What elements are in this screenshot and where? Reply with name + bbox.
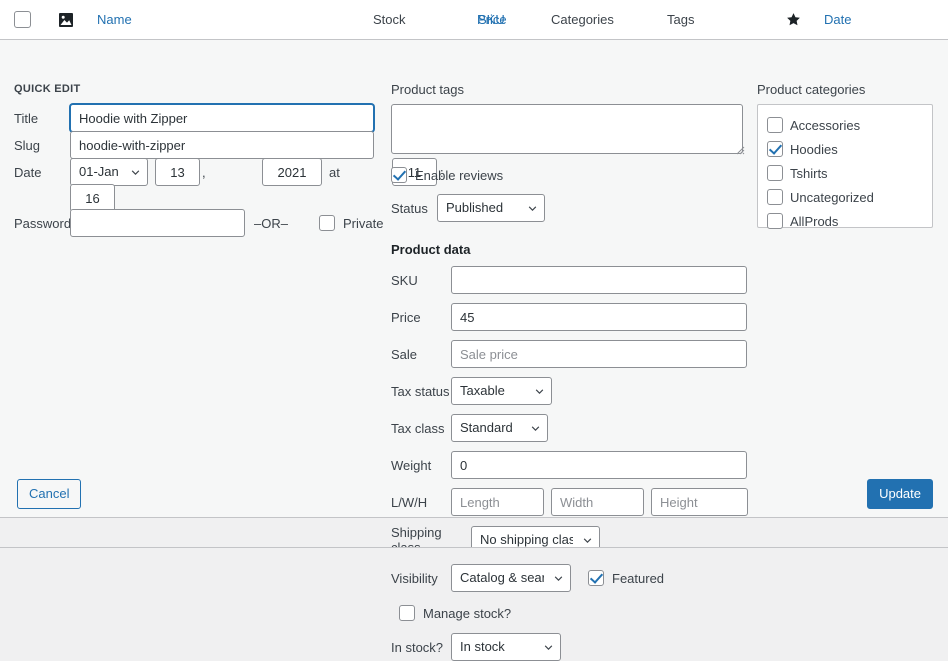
resize-handle-icon[interactable] [736, 146, 745, 155]
product-tags-textarea[interactable] [391, 104, 743, 154]
category-label-allprods: AllProds [790, 214, 838, 229]
in-stock-row: In stock? In stock [391, 633, 747, 661]
update-button[interactable]: Update [867, 479, 933, 509]
visibility-label: Visibility [391, 571, 451, 586]
column-header-featured[interactable] [786, 12, 801, 30]
in-stock-select-wrap[interactable]: In stock [451, 633, 561, 661]
date-day-input[interactable] [155, 158, 200, 186]
price-input[interactable] [451, 303, 747, 331]
title-label: Title [14, 111, 70, 126]
price-row: Price [391, 303, 747, 331]
visibility-select[interactable]: Catalog & search [451, 564, 571, 592]
quick-edit-panel: QUICK EDIT Title Slug Date 01-Jan , at :… [0, 40, 948, 518]
column-header-tags[interactable]: Tags [667, 12, 694, 27]
quick-edit-heading: QUICK EDIT [14, 83, 81, 95]
sku-input[interactable] [451, 266, 747, 294]
product-categories-title: Product categories [757, 82, 933, 97]
date-label: Date [14, 165, 70, 180]
title-row: Title [14, 104, 374, 132]
select-all-checkbox-cell[interactable] [14, 11, 31, 28]
category-label-hoodies: Hoodies [790, 142, 838, 157]
visibility-row: Visibility Catalog & search Featured [391, 564, 747, 592]
category-item-accessories[interactable]: Accessories [767, 113, 923, 137]
column-header-stock[interactable]: Stock [373, 12, 406, 27]
middle-column: Product tags Enable reviews Status Publi… [391, 82, 747, 661]
date-month-select-wrap[interactable]: 01-Jan [70, 158, 148, 186]
category-checkbox-allprods[interactable] [767, 213, 783, 229]
in-stock-select[interactable]: In stock [451, 633, 561, 661]
slug-label: Slug [14, 138, 70, 153]
products-list-header: Name SKU Stock Price Categories Tags Dat… [0, 0, 948, 40]
sku-row: SKU [391, 266, 747, 294]
column-header-date[interactable]: Date [824, 12, 851, 27]
star-icon [786, 12, 801, 27]
manage-stock-checkbox[interactable] [399, 605, 415, 621]
title-input[interactable] [70, 104, 374, 132]
manage-stock-label: Manage stock? [423, 606, 511, 621]
status-row: Status Published [391, 194, 747, 222]
date-minute-input[interactable] [70, 184, 115, 212]
cancel-button[interactable]: Cancel [17, 479, 81, 509]
enable-reviews-label: Enable reviews [415, 168, 503, 183]
tax-status-select-wrap[interactable]: Taxable [451, 377, 552, 405]
slug-row: Slug [14, 131, 374, 159]
date-month-select[interactable]: 01-Jan [70, 158, 148, 186]
enable-reviews-row[interactable]: Enable reviews [391, 167, 747, 183]
private-checkbox[interactable] [319, 215, 335, 231]
tax-status-row: Tax status Taxable [391, 377, 747, 405]
sale-row: Sale [391, 340, 747, 368]
tax-status-label: Tax status [391, 384, 451, 399]
slug-input[interactable] [70, 131, 374, 159]
product-categories-panel: Product categories Accessories Hoodies T… [757, 82, 933, 228]
category-label-uncategorized: Uncategorized [790, 190, 874, 205]
category-checkbox-hoodies[interactable] [767, 141, 783, 157]
column-header-price[interactable]: Price [477, 12, 507, 27]
date-minute-row [70, 184, 115, 212]
status-select-wrap[interactable]: Published [437, 194, 545, 222]
tax-class-label: Tax class [391, 421, 451, 436]
category-item-uncategorized[interactable]: Uncategorized [767, 185, 923, 209]
manage-stock-row[interactable]: Manage stock? [399, 605, 747, 621]
price-label: Price [391, 310, 451, 325]
password-row: Password –OR– Private [14, 209, 399, 237]
tax-status-select[interactable]: Taxable [451, 377, 552, 405]
sku-label: SKU [391, 273, 451, 288]
password-or-separator: –OR– [254, 216, 310, 231]
column-header-name[interactable]: Name [97, 12, 132, 27]
category-item-hoodies[interactable]: Hoodies [767, 137, 923, 161]
status-select[interactable]: Published [437, 194, 545, 222]
featured-label: Featured [612, 571, 664, 586]
category-checkbox-accessories[interactable] [767, 117, 783, 133]
category-checkbox-tshirts[interactable] [767, 165, 783, 181]
in-stock-label: In stock? [391, 640, 451, 655]
image-icon [58, 12, 74, 28]
date-year-input[interactable] [262, 158, 322, 186]
date-comma: , [202, 165, 258, 180]
category-checkbox-uncategorized[interactable] [767, 189, 783, 205]
category-item-tshirts[interactable]: Tshirts [767, 161, 923, 185]
product-tags-field[interactable] [391, 104, 747, 157]
visibility-select-wrap[interactable]: Catalog & search [451, 564, 571, 592]
sale-label: Sale [391, 347, 451, 362]
featured-checkbox[interactable] [588, 570, 604, 586]
column-header-categories[interactable]: Categories [551, 12, 614, 27]
password-label: Password [14, 216, 70, 231]
bottom-strip [0, 547, 948, 558]
date-at-label: at [329, 165, 385, 180]
select-all-checkbox[interactable] [14, 11, 31, 28]
product-data-heading: Product data [391, 242, 747, 257]
product-tags-label: Product tags [391, 82, 747, 97]
category-label-accessories: Accessories [790, 118, 860, 133]
category-label-tshirts: Tshirts [790, 166, 828, 181]
quick-edit-actions: Cancel Update [0, 437, 948, 517]
enable-reviews-checkbox[interactable] [391, 167, 407, 183]
sale-price-input[interactable] [451, 340, 747, 368]
image-column-header[interactable] [58, 12, 74, 28]
category-item-allprods[interactable]: AllProds [767, 209, 923, 233]
status-label: Status [391, 201, 437, 216]
product-categories-list: Accessories Hoodies Tshirts Uncategorize… [757, 104, 933, 228]
password-input[interactable] [70, 209, 245, 237]
